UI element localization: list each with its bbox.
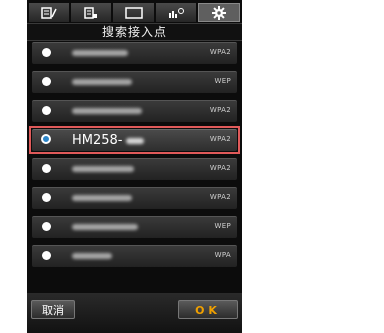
security-label: WPA2 xyxy=(209,164,231,172)
tab-settings[interactable] xyxy=(197,3,241,22)
network-row-selected[interactable]: HM258- WPA2 xyxy=(29,126,240,154)
security-label: WPA xyxy=(214,251,231,259)
security-label: WPA2 xyxy=(209,135,231,143)
pen-icon xyxy=(41,6,57,19)
bottom-bar: 取消 OK xyxy=(27,293,242,333)
document-icon xyxy=(84,6,98,19)
radio-button-selected[interactable] xyxy=(41,134,51,144)
phone-screen: 搜索接入点 WPA2 WEP WPA2 HM258- WPA2 WPA2 WPA… xyxy=(27,0,242,333)
network-row[interactable]: WPA2 xyxy=(32,187,237,209)
gear-icon xyxy=(211,5,226,20)
network-row[interactable]: WPA2 xyxy=(32,42,237,64)
tab-document[interactable] xyxy=(71,3,112,22)
network-row[interactable]: WPA2 xyxy=(32,158,237,180)
network-row[interactable]: WPA xyxy=(32,245,237,267)
radio-button[interactable] xyxy=(42,48,51,57)
ssid-obscured xyxy=(72,50,128,56)
tab-scene[interactable] xyxy=(155,3,196,22)
ssid-obscured xyxy=(72,253,112,259)
network-row[interactable]: WEP xyxy=(32,71,237,93)
ssid-obscured xyxy=(72,108,142,114)
security-label: WPA2 xyxy=(209,106,231,114)
radio-button[interactable] xyxy=(42,193,51,202)
ssid-obscured xyxy=(72,195,132,201)
radio-button[interactable] xyxy=(42,106,51,115)
scene-icon xyxy=(168,7,184,18)
ssid-text: HM258- xyxy=(72,133,123,148)
security-label: WEP xyxy=(214,222,231,230)
page-title: 搜索接入点 xyxy=(27,23,242,41)
ssid-obscured xyxy=(125,137,144,144)
ssid-obscured xyxy=(72,79,132,85)
security-label: WEP xyxy=(214,77,231,85)
screen-icon xyxy=(124,6,143,19)
radio-button[interactable] xyxy=(42,164,51,173)
radio-button[interactable] xyxy=(42,222,51,231)
network-list: WPA2 WEP WPA2 HM258- WPA2 WPA2 WPA2 WEP … xyxy=(29,42,240,274)
network-row[interactable]: WEP xyxy=(32,216,237,238)
cancel-button[interactable]: 取消 xyxy=(31,300,75,319)
tab-bar xyxy=(29,3,241,22)
ssid-obscured xyxy=(72,224,138,230)
ssid-label: HM258- xyxy=(72,133,144,148)
network-row[interactable]: WPA2 xyxy=(32,100,237,122)
ok-button[interactable]: OK xyxy=(178,300,238,319)
tab-screen[interactable] xyxy=(113,3,154,22)
security-label: WPA2 xyxy=(209,193,231,201)
radio-button[interactable] xyxy=(42,77,51,86)
tab-edit[interactable] xyxy=(29,3,70,22)
radio-button[interactable] xyxy=(42,251,51,260)
ssid-obscured xyxy=(72,166,134,172)
security-label: WPA2 xyxy=(209,48,231,56)
